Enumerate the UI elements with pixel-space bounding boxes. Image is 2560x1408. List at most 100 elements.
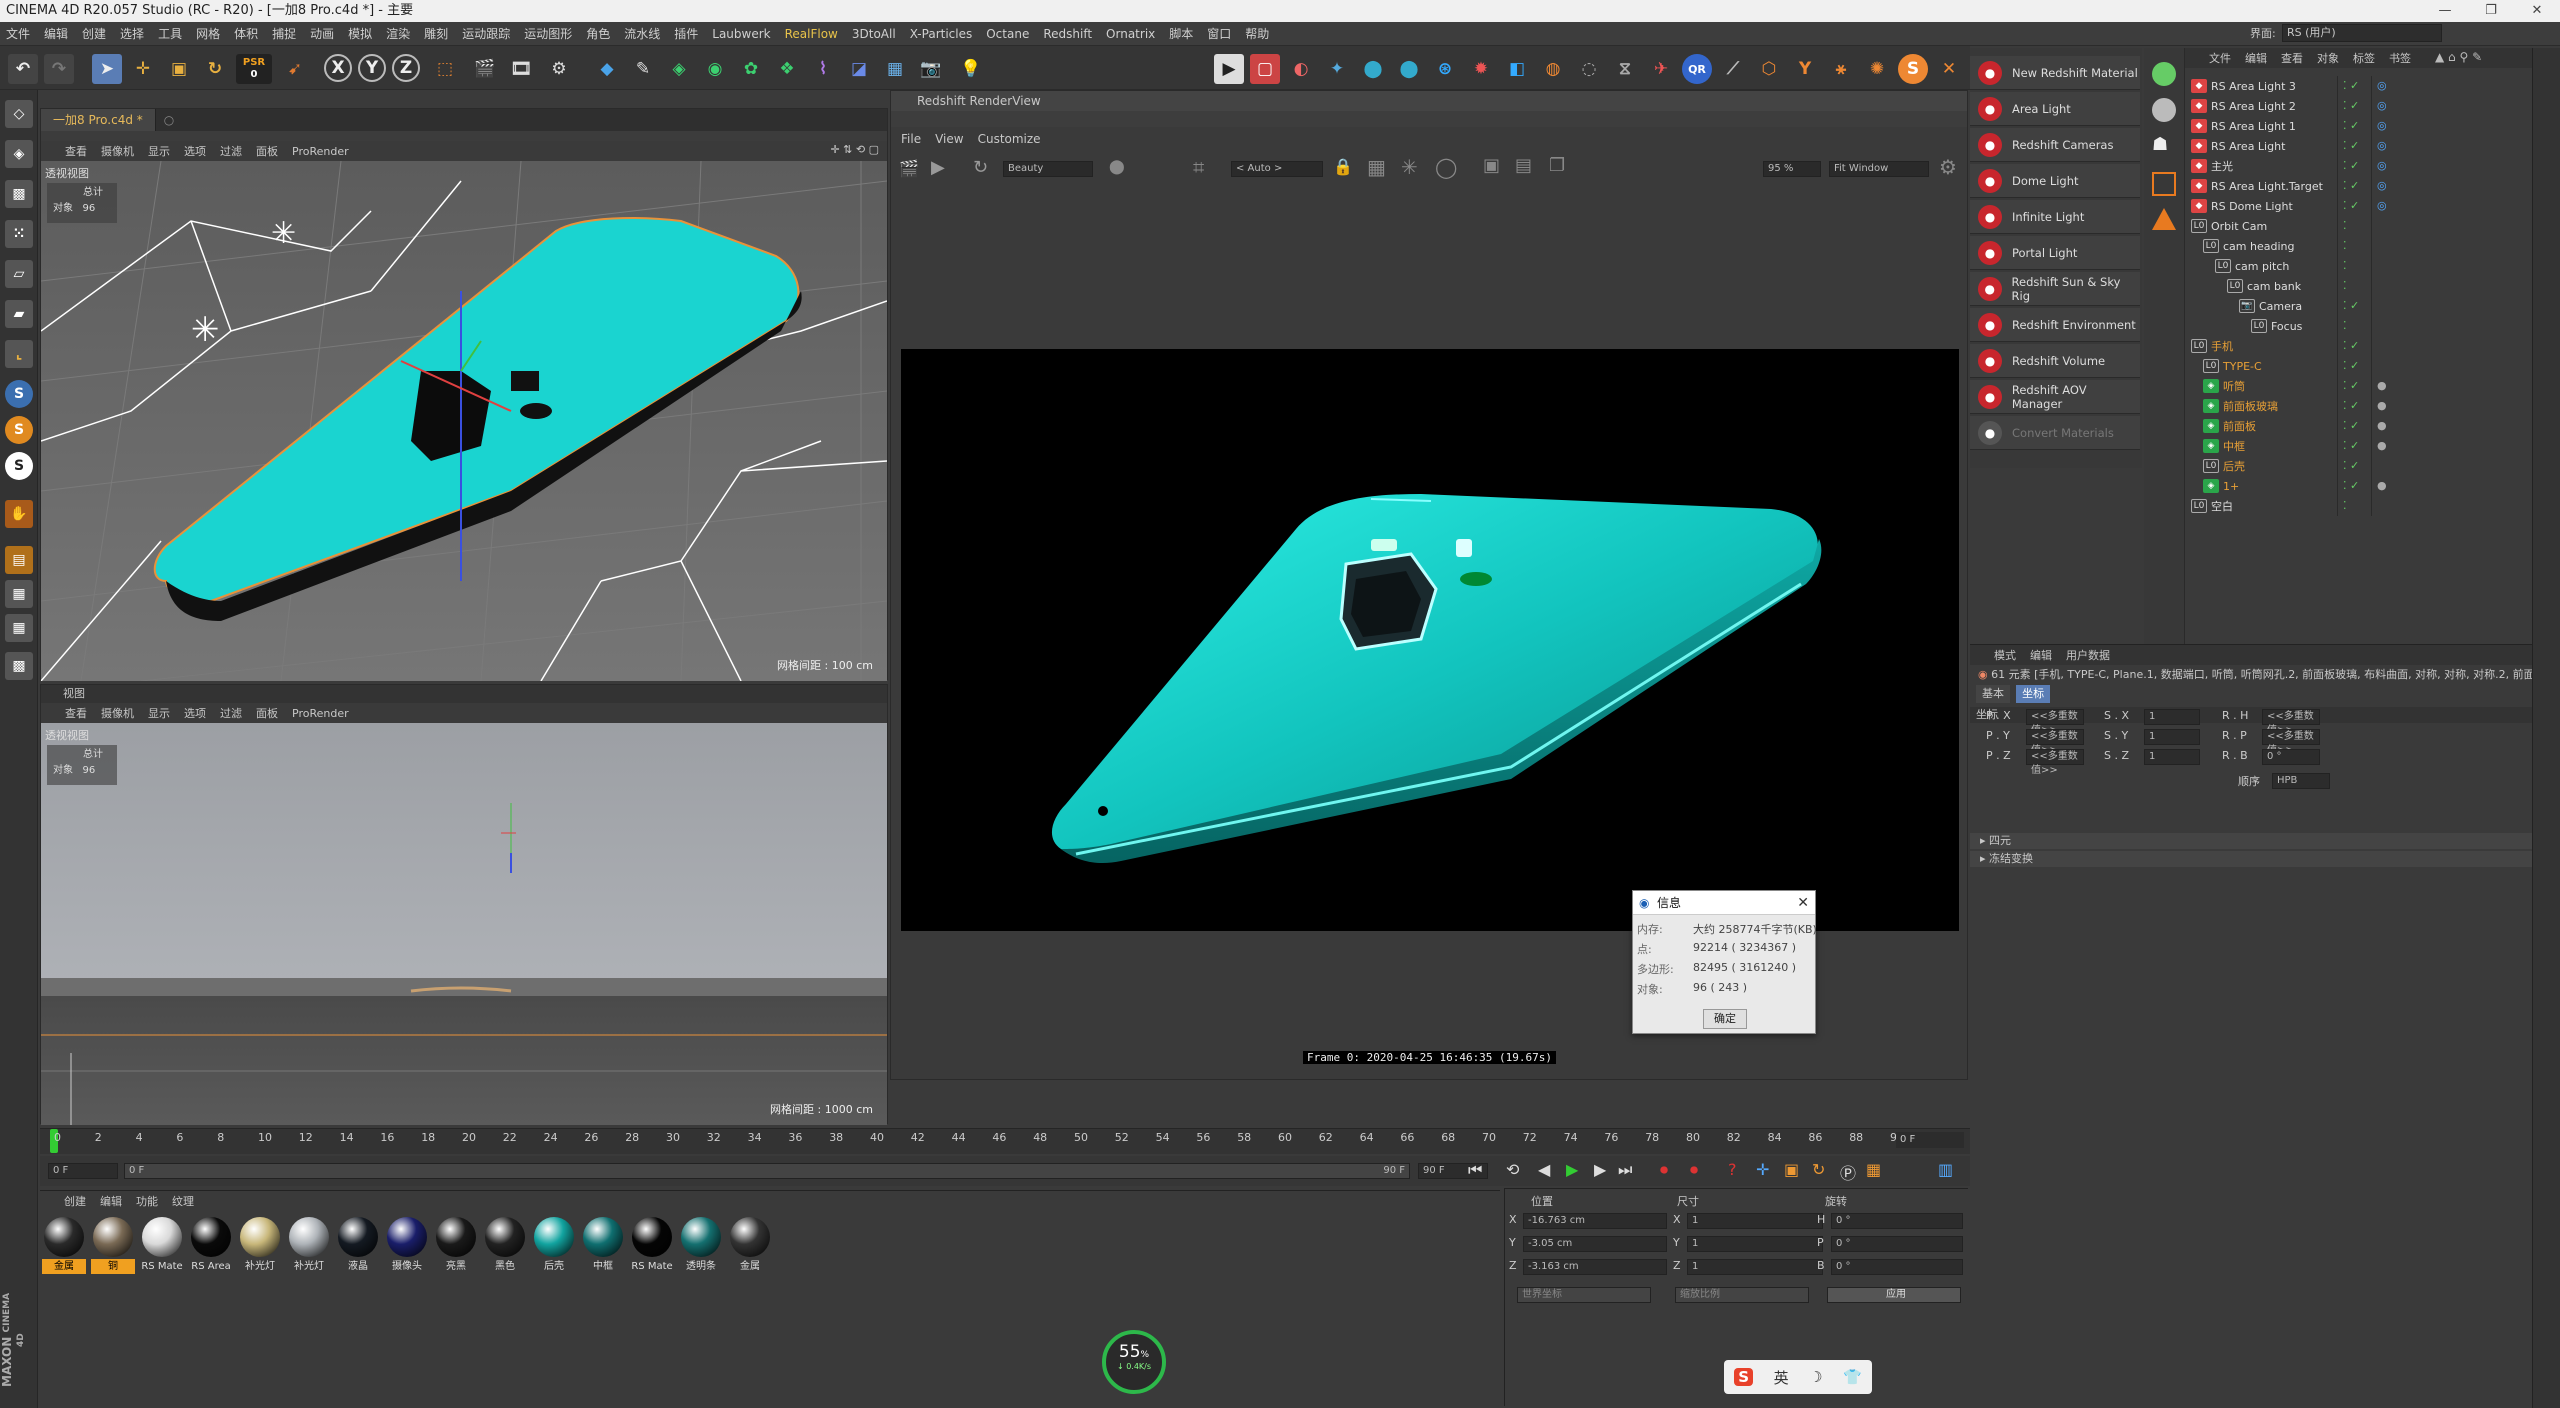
key-scale-icon[interactable]: ▣: [1784, 1160, 1799, 1179]
visibility-toggle[interactable]: ⁚ ✓: [2343, 379, 2359, 392]
deformer-icon[interactable]: ❖: [772, 54, 802, 84]
menu-item[interactable]: 用户数据: [2066, 647, 2110, 663]
object-row[interactable]: ◆ RS Area Light 3: [2191, 76, 2296, 96]
generator-icon[interactable]: ◉: [700, 54, 730, 84]
object-row[interactable]: L0 TYPE-C: [2203, 356, 2262, 376]
object-row[interactable]: L0 Orbit Cam: [2191, 216, 2267, 236]
order-select[interactable]: HPB: [2272, 773, 2330, 789]
scale-field[interactable]: 1: [2144, 729, 2200, 745]
plugin-icon-7[interactable]: ◌: [1574, 54, 1604, 84]
menu-item[interactable]: 过滤: [220, 705, 242, 721]
dialog-close-icon[interactable]: ✕: [1797, 891, 1809, 915]
visibility-toggle[interactable]: ⁚ ✓: [2343, 139, 2359, 152]
next-frame-icon[interactable]: ▶: [1594, 1160, 1606, 1179]
visibility-toggle[interactable]: ⁚ ✓: [2343, 459, 2359, 472]
rs-shelf-button[interactable]: ● Redshift AOV Manager: [1970, 380, 2140, 414]
material-swatch[interactable]: 补光灯: [238, 1217, 282, 1277]
rot-field[interactable]: 0 °: [2262, 749, 2320, 765]
menu-item[interactable]: Laubwerk: [712, 27, 770, 41]
menu-item[interactable]: Ornatrix: [1106, 27, 1155, 41]
menu-item[interactable]: 网格: [196, 25, 220, 42]
rs-shelf-button[interactable]: ● Area Light: [1970, 92, 2140, 126]
workplane-icon[interactable]: ▤: [5, 546, 33, 574]
visibility-toggle[interactable]: ⁚ ✓: [2343, 119, 2359, 132]
object-row[interactable]: ◆ 主光: [2191, 156, 2233, 176]
tag-icon[interactable]: ◎: [2377, 199, 2387, 212]
size-mode-select[interactable]: 缩放比例: [1675, 1287, 1809, 1303]
object-row[interactable]: ◈ 中框: [2203, 436, 2245, 456]
object-row[interactable]: L0 cam bank: [2227, 276, 2301, 296]
close-button[interactable]: ✕: [2514, 0, 2560, 22]
menu-item[interactable]: 摄像机: [101, 143, 134, 159]
copy-icon[interactable]: ❐: [1549, 155, 1565, 176]
menu-item[interactable]: 窗口: [1207, 25, 1231, 42]
material-swatch[interactable]: 铜: [91, 1217, 135, 1277]
menu-item[interactable]: 流水线: [624, 25, 660, 42]
undo-icon[interactable]: ↶: [8, 54, 38, 84]
bend-icon[interactable]: ⌇: [808, 54, 838, 84]
menu-item[interactable]: 工具: [158, 25, 182, 42]
menu-item[interactable]: 文件: [6, 25, 30, 42]
apply-button[interactable]: 应用: [1827, 1287, 1961, 1303]
menu-item[interactable]: View: [935, 132, 963, 146]
menu-item[interactable]: 创建: [82, 25, 106, 42]
material-swatch[interactable]: RS Mate: [140, 1217, 184, 1277]
goto-start-icon[interactable]: ⏮: [1468, 1160, 1482, 1180]
redo-icon[interactable]: ↷: [44, 54, 74, 84]
pos-field[interactable]: <<多重数值>>: [2026, 749, 2084, 776]
region-select[interactable]: < Auto >: [1231, 161, 1323, 177]
texture-mode-icon[interactable]: ▩: [5, 180, 33, 208]
position-field[interactable]: -16.763 cm: [1523, 1213, 1667, 1229]
menu-item[interactable]: 显示: [148, 705, 170, 721]
om-nav-icons[interactable]: ▲ ⌂ ⚲ ✎: [2435, 50, 2482, 64]
fit-select[interactable]: Fit Window: [1829, 161, 1929, 177]
plugin-icon-4[interactable]: ✹: [1466, 54, 1496, 84]
clapper-icon[interactable]: ▶: [1214, 54, 1244, 84]
visibility-toggle[interactable]: ⁚ ✓: [2343, 339, 2359, 352]
rs-shelf-button[interactable]: ● New Redshift Material: [1970, 56, 2140, 90]
visibility-toggle[interactable]: ⁚ ✓: [2343, 399, 2359, 412]
rs-sphere-grey-icon[interactable]: [2152, 98, 2176, 122]
rs-shelf-button[interactable]: ● Redshift Cameras: [1970, 128, 2140, 162]
help-icon[interactable]: ?: [1728, 1160, 1737, 1179]
menu-item[interactable]: 显示: [148, 143, 170, 159]
material-swatch[interactable]: RS Area: [189, 1217, 233, 1277]
rs-shelf-button[interactable]: ● Dome Light: [1970, 164, 2140, 198]
plugin-icon-9[interactable]: ✈: [1646, 54, 1676, 84]
visibility-toggle[interactable]: ⁚ ✓: [2343, 179, 2359, 192]
make-editable-icon[interactable]: ◇: [5, 100, 33, 128]
menu-item[interactable]: 面板: [256, 143, 278, 159]
tag-icon[interactable]: ●: [2377, 379, 2387, 392]
object-row[interactable]: L0 cam pitch: [2215, 256, 2289, 276]
cube-icon[interactable]: ◆: [592, 54, 622, 84]
viewport-bottom-canvas[interactable]: [41, 723, 887, 1125]
size-field[interactable]: 1: [1687, 1236, 1823, 1252]
viewport-nav-icons[interactable]: ✛ ⇅ ⟲ ▢: [830, 143, 879, 156]
menu-item[interactable]: 选择: [120, 25, 144, 42]
menu-item[interactable]: 选项: [184, 705, 206, 721]
key-param-icon[interactable]: Ⓟ: [1840, 1160, 1856, 1184]
object-row[interactable]: ◈ 前面板玻璃: [2203, 396, 2278, 416]
clapper-icon[interactable]: 🎬: [899, 159, 919, 178]
minimize-button[interactable]: —: [2422, 0, 2468, 22]
size-field[interactable]: 1: [1687, 1259, 1823, 1275]
visibility-toggle[interactable]: ⁚ ✓: [2343, 159, 2359, 172]
ime-moon-icon[interactable]: ☽: [1809, 1368, 1822, 1386]
record-icon[interactable]: ⏺: [1660, 1160, 1668, 1180]
pos-field[interactable]: <<多重数值>>: [2026, 729, 2084, 756]
snapshot-icon[interactable]: ⬤: [1109, 159, 1125, 175]
menu-item[interactable]: ProRender: [292, 707, 349, 720]
rs-triangle-icon[interactable]: [2152, 208, 2176, 230]
save-image-icon[interactable]: ▣: [1483, 155, 1500, 176]
group-quaternion[interactable]: ▸ 四元: [1970, 833, 2532, 849]
tab-basic[interactable]: 基本: [1976, 685, 2010, 703]
object-row[interactable]: ◆ RS Area Light: [2191, 136, 2285, 156]
scale-icon[interactable]: ▣: [164, 54, 194, 84]
floor-icon[interactable]: ▦: [880, 54, 910, 84]
menu-item[interactable]: 雕刻: [424, 25, 448, 42]
render-image[interactable]: [901, 349, 1959, 931]
plugin-icon-14[interactable]: ✺: [1862, 54, 1892, 84]
position-field[interactable]: -3.05 cm: [1523, 1236, 1667, 1252]
material-swatch[interactable]: 金属: [728, 1217, 772, 1277]
viewport-canvas[interactable]: ✳ ✳: [41, 161, 887, 681]
